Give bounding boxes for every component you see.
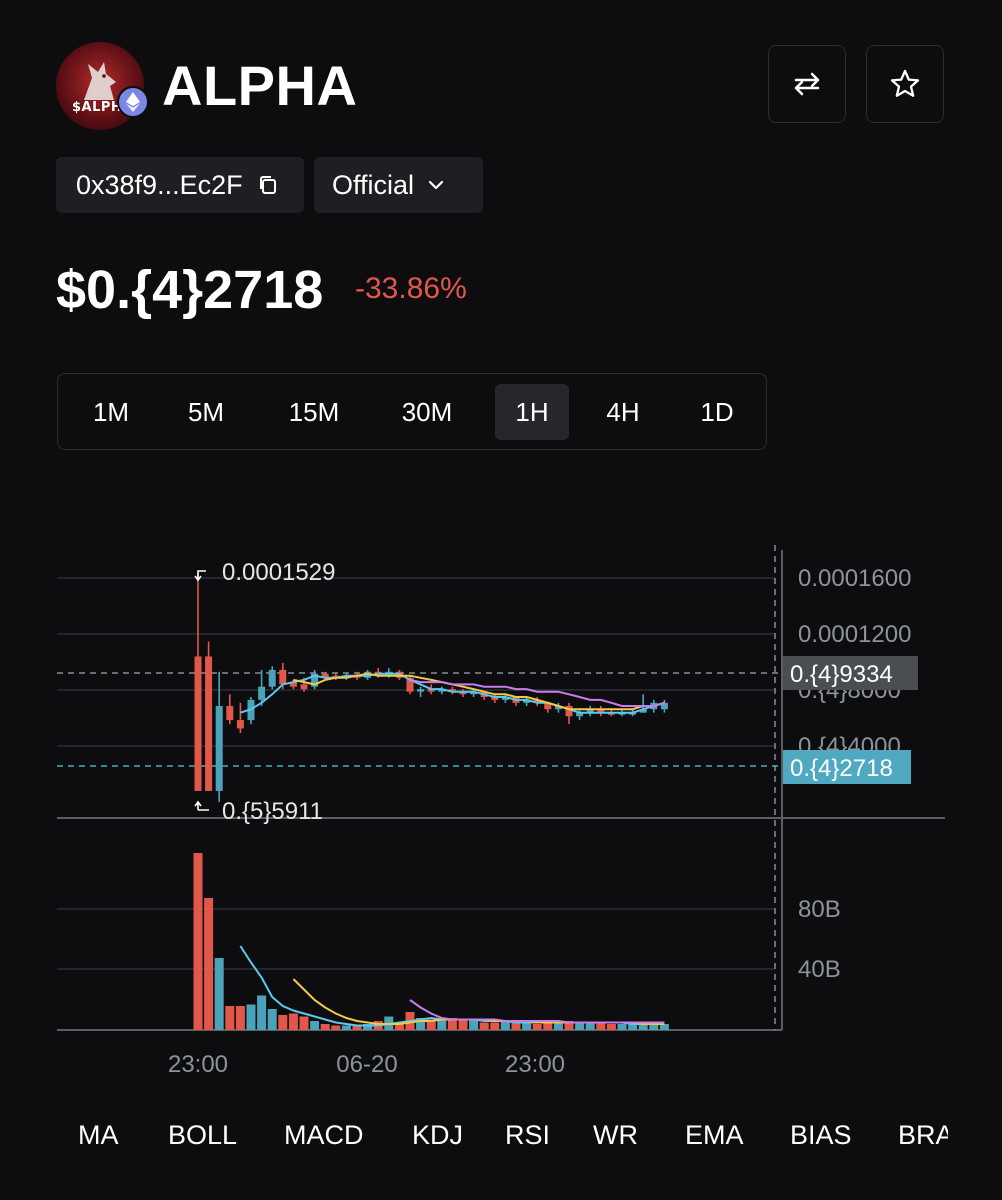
volume-bar xyxy=(267,1009,277,1030)
volume-bar xyxy=(331,1025,341,1030)
candle-body xyxy=(268,669,276,687)
volume-bar xyxy=(310,1021,320,1030)
volume-bar xyxy=(225,1006,235,1030)
indicator-rsi[interactable]: RSI xyxy=(505,1118,550,1152)
volume-tick-1: 80B xyxy=(798,896,841,923)
price-gridlines xyxy=(57,577,775,747)
price-tick-2: 0.0001200 xyxy=(798,621,911,648)
volume-bar xyxy=(490,1022,500,1030)
volume-ma-line xyxy=(239,945,665,1027)
price-ma-line xyxy=(293,672,665,711)
timeframe-5m[interactable]: 5M xyxy=(171,384,241,440)
indicator-ema[interactable]: EMA xyxy=(685,1118,744,1152)
low-marker: 0.{5}5911 xyxy=(194,798,323,825)
candle-body xyxy=(300,684,308,690)
star-icon xyxy=(890,69,920,97)
candle-body xyxy=(279,669,287,685)
indicator-wr[interactable]: WR xyxy=(593,1118,638,1152)
indicator-bra[interactable]: BRA xyxy=(898,1118,948,1152)
contract-address-chip[interactable]: 0x38f9...Ec2F xyxy=(56,157,304,213)
volume-bar xyxy=(606,1024,616,1030)
indicator-bias[interactable]: BIAS xyxy=(790,1118,852,1152)
volume-bar xyxy=(522,1022,532,1030)
time-tick-2: 06-20 xyxy=(336,1051,397,1078)
volume-bar xyxy=(479,1022,489,1030)
volume-bar xyxy=(543,1022,553,1030)
volume-bar xyxy=(575,1022,585,1030)
indicator-kdj[interactable]: KDJ xyxy=(412,1118,463,1152)
volume-bar xyxy=(585,1022,595,1030)
candle-body xyxy=(215,705,223,791)
time-tick-1: 23:00 xyxy=(168,1051,228,1078)
swap-button[interactable] xyxy=(768,45,846,123)
timeframe-30m[interactable]: 30M xyxy=(384,384,470,440)
crosshair-price-label: 0.{4}9334 xyxy=(790,661,893,688)
volume-bar xyxy=(299,1016,309,1030)
candle-body xyxy=(194,656,202,791)
volume-tick-2: 40B xyxy=(798,956,841,983)
contract-address: 0x38f9...Ec2F xyxy=(76,169,243,200)
high-price-label: 0.0001529 xyxy=(222,559,335,586)
volume-moving-averages xyxy=(239,945,665,1027)
volume-bar xyxy=(341,1025,351,1030)
volume-bar xyxy=(469,1019,479,1030)
chevron-down-icon xyxy=(428,180,444,190)
price-change: -33.86% xyxy=(355,272,467,305)
volume-bar xyxy=(278,1015,288,1030)
time-tick-3: 23:00 xyxy=(505,1051,565,1078)
indicator-bra-clip: BRA xyxy=(898,1118,948,1158)
candle-body xyxy=(258,686,266,700)
volume-bar xyxy=(214,958,224,1030)
token-price: $0.{4}2718 xyxy=(56,260,324,320)
official-dropdown[interactable]: Official xyxy=(314,157,483,213)
volume-bar xyxy=(320,1024,330,1030)
ethereum-icon xyxy=(117,86,149,118)
volume-bar xyxy=(553,1022,563,1030)
timeframe-4h[interactable]: 4H xyxy=(588,384,658,440)
swap-arrows-icon xyxy=(794,72,820,96)
timeframe-selector: 1M 5M 15M 30M 1H 4H 1D xyxy=(57,373,767,450)
indicator-ma[interactable]: MA xyxy=(78,1118,119,1152)
volume-bar xyxy=(617,1024,627,1030)
volume-bar xyxy=(235,1006,245,1030)
candles xyxy=(194,573,668,802)
volume-bar xyxy=(193,853,203,1030)
token-name: ALPHA xyxy=(162,54,358,117)
candle-body xyxy=(226,705,234,721)
volume-bar xyxy=(458,1019,468,1030)
official-label: Official xyxy=(332,169,415,200)
volume-bar xyxy=(257,995,267,1030)
volume-bar xyxy=(511,1022,521,1030)
timeframe-15m[interactable]: 15M xyxy=(273,384,355,440)
indicator-boll[interactable]: BOLL xyxy=(168,1118,237,1152)
volume-bar xyxy=(596,1022,606,1030)
favorite-button[interactable] xyxy=(866,45,944,123)
volume-bar xyxy=(288,1013,298,1030)
price-chart[interactable]: 0.0001529 0.{5}5911 0.0001600 0.0001200 … xyxy=(0,540,1002,1100)
timeframe-1h[interactable]: 1H xyxy=(495,384,569,440)
timeframe-1d[interactable]: 1D xyxy=(682,384,752,440)
volume-gridlines xyxy=(57,908,775,970)
current-price-label: 0.{4}2718 xyxy=(790,755,893,782)
volume-ma-line xyxy=(292,978,665,1025)
timeframe-1m[interactable]: 1M xyxy=(76,384,146,440)
token-ticker: $ALPH xyxy=(72,100,123,115)
candle-body xyxy=(205,656,213,791)
low-price-label: 0.{5}5911 xyxy=(222,798,323,825)
candle-body xyxy=(236,720,244,729)
volume-bar xyxy=(437,1019,447,1030)
candle-body xyxy=(417,689,425,692)
volume-bar xyxy=(246,1004,256,1030)
volume-bars xyxy=(193,853,669,1030)
high-marker: 0.0001529 xyxy=(194,559,335,586)
indicator-macd[interactable]: MACD xyxy=(284,1118,364,1152)
price-tick-1: 0.0001600 xyxy=(798,565,911,592)
copy-icon[interactable] xyxy=(257,174,279,196)
volume-bar xyxy=(204,898,214,1030)
volume-bar xyxy=(532,1024,542,1030)
volume-ma-line xyxy=(409,999,665,1024)
